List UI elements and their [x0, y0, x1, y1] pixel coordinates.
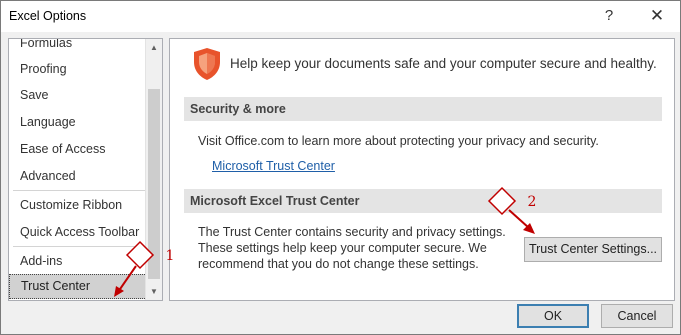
trust-center-text-line-1: The Trust Center contains security and p…: [198, 225, 506, 239]
scroll-down-icon[interactable]: ▼: [146, 283, 162, 300]
callout-2-arrow-icon: [508, 209, 535, 234]
sidebar-item-advanced[interactable]: Advanced: [9, 163, 147, 189]
trust-center-text-line-2: These settings help keep your computer s…: [198, 241, 487, 255]
security-section-text: Visit Office.com to learn more about pro…: [198, 134, 599, 148]
hero-text: Help keep your documents safe and your c…: [230, 56, 657, 71]
ok-button[interactable]: OK: [517, 304, 589, 328]
sidebar-divider: [13, 190, 145, 191]
sidebar-item-customize-ribbon[interactable]: Customize Ribbon: [9, 192, 147, 218]
trust-center-section-heading: Microsoft Excel Trust Center: [184, 189, 662, 213]
help-button[interactable]: ?: [595, 5, 623, 27]
security-section-heading: Security & more: [184, 97, 662, 121]
scroll-up-icon[interactable]: ▲: [146, 39, 162, 56]
microsoft-trust-center-link[interactable]: Microsoft Trust Center: [212, 159, 335, 173]
sidebar-item-formulas[interactable]: Formulas: [9, 39, 147, 56]
close-button[interactable]: ✕: [643, 5, 671, 27]
sidebar-item-language[interactable]: Language: [9, 109, 147, 135]
callout-1-arrow-icon: [114, 265, 137, 297]
trust-center-text-line-3: recommend that you do not change these s…: [198, 257, 479, 271]
sidebar-item-proofing[interactable]: Proofing: [9, 56, 147, 82]
callout-1-number: 1: [165, 248, 175, 264]
trust-center-panel: Help keep your documents safe and your c…: [169, 38, 675, 301]
trust-center-settings-button[interactable]: Trust Center Settings...: [524, 237, 662, 262]
shield-icon: [194, 48, 220, 80]
title-bar: Excel Options ? ✕: [1, 1, 680, 32]
sidebar-item-ease-of-access[interactable]: Ease of Access: [9, 136, 147, 162]
excel-options-dialog: Excel Options ? ✕ Formulas Proofing Save…: [0, 0, 681, 335]
cancel-button[interactable]: Cancel: [601, 304, 673, 328]
sidebar-item-save[interactable]: Save: [9, 82, 147, 108]
dialog-title: Excel Options: [9, 9, 87, 23]
